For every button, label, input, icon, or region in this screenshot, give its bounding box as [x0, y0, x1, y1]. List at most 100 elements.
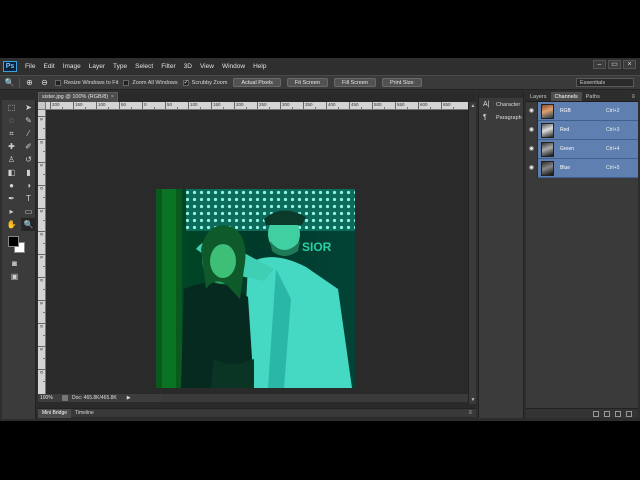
dodge-tool-icon[interactable]: ◑ — [21, 179, 36, 192]
menu-layer[interactable]: Layer — [89, 63, 105, 70]
healing-brush-tool-icon[interactable]: ✚ — [4, 140, 19, 153]
save-selection-icon[interactable] — [604, 410, 610, 417]
tab-channels[interactable]: Channels — [550, 92, 582, 101]
channel-shortcut: Ctrl+3 — [606, 127, 620, 133]
maximize-button[interactable]: ▭ — [608, 60, 621, 69]
zoom-level[interactable]: 100% — [38, 395, 62, 401]
visibility-eye-icon[interactable]: ◉ — [526, 101, 538, 121]
menu-edit[interactable]: Edit — [43, 63, 54, 70]
quick-selection-tool-icon[interactable]: ✎ — [21, 114, 36, 127]
foreground-color-swatch[interactable] — [8, 236, 19, 247]
channel-row-rgb[interactable]: ◉ RGB Ctrl+2 — [526, 101, 638, 121]
print-size-button[interactable]: Print Size — [381, 78, 422, 87]
menu-window[interactable]: Window — [222, 63, 245, 70]
zoom-in-icon[interactable]: ⊕ — [24, 78, 35, 88]
channel-row-blue[interactable]: ◉ Blue Ctrl+5 — [526, 158, 638, 178]
menu-view[interactable]: View — [200, 63, 214, 70]
zoom-tool-preset-icon[interactable]: 🔍 — [4, 78, 15, 88]
horizontal-ruler[interactable]: 200 150 100 50 0 50 100 150 200 250 300 350 400 450 50… — [46, 102, 468, 110]
channel-thumbnail — [541, 122, 554, 138]
path-selection-tool-icon[interactable]: ▸ — [4, 205, 19, 218]
scroll-up-icon[interactable]: ▲ — [470, 103, 476, 109]
tab-paths[interactable]: Paths — [582, 92, 604, 101]
history-brush-tool-icon[interactable]: ↺ — [21, 153, 36, 166]
channel-thumbnail — [541, 160, 554, 176]
eraser-tool-icon[interactable]: ◧ — [4, 166, 19, 179]
ruler-label: 400 — [328, 102, 336, 107]
ruler-origin[interactable] — [38, 102, 46, 110]
ruler-tick — [372, 102, 373, 109]
status-info-icon[interactable] — [62, 395, 68, 401]
workspace-dropdown[interactable]: Essentials — [576, 78, 634, 87]
clone-stamp-tool-icon[interactable]: ♙ — [4, 153, 19, 166]
menu-file[interactable]: File — [25, 63, 35, 70]
fit-screen-button[interactable]: Fit Screen — [286, 78, 328, 87]
visibility-eye-icon[interactable]: ◉ — [526, 158, 538, 178]
ruler-label: 550 — [397, 102, 405, 107]
resize-windows-checkbox[interactable]: Resize Windows to Fit — [55, 79, 118, 86]
channel-row-red[interactable]: ◉ Red Ctrl+3 — [526, 120, 638, 140]
brush-tool-icon[interactable]: ✐ — [21, 140, 36, 153]
minimize-button[interactable]: – — [593, 60, 606, 69]
close-tab-icon[interactable]: × — [111, 93, 114, 102]
visibility-eye-icon[interactable]: ◉ — [526, 120, 538, 140]
character-panel-button[interactable]: A| Character — [479, 98, 523, 111]
channel-thumbnail — [541, 103, 554, 119]
zoom-out-icon[interactable]: ⊖ — [39, 78, 50, 88]
menu-help[interactable]: Help — [253, 63, 266, 70]
zoom-tool-icon[interactable]: 🔍 — [21, 218, 36, 231]
document-tab[interactable]: sister.jpg @ 100% (RGB/8) × — [38, 92, 118, 102]
ruler-minor-tick — [176, 107, 178, 109]
blur-tool-icon[interactable]: ● — [4, 179, 19, 192]
tab-layers[interactable]: Layers — [526, 92, 551, 101]
gradient-tool-icon[interactable]: ▮ — [21, 166, 36, 179]
type-tool-icon[interactable]: T — [21, 192, 36, 205]
ruler-minor-tick — [61, 107, 63, 109]
channel-row-green[interactable]: ◉ Green Ctrl+4 — [526, 139, 638, 159]
panel-menu-icon[interactable]: ≡ — [631, 92, 635, 102]
load-selection-icon[interactable] — [593, 410, 599, 417]
options-bar: 🔍 ⊕ ⊖ Resize Windows to Fit Zoom All Win… — [0, 75, 640, 90]
new-channel-icon[interactable] — [615, 410, 621, 417]
ruler-label: 200 — [236, 102, 244, 107]
status-menu-arrow-icon[interactable]: ▶ — [127, 395, 131, 401]
menu-3d[interactable]: 3D — [184, 63, 192, 70]
document-image[interactable]: SIOR — [156, 189, 355, 388]
pen-tool-icon[interactable]: ✒ — [4, 192, 19, 205]
ruler-tick — [38, 346, 45, 347]
ruler-tick — [38, 277, 45, 278]
close-button[interactable]: × — [623, 60, 636, 69]
shape-tool-icon[interactable]: ▭ — [21, 205, 36, 218]
move-tool-icon[interactable]: ➤ — [21, 101, 36, 114]
lasso-tool-icon[interactable]: ◌ — [4, 114, 19, 127]
menu-type[interactable]: Type — [113, 63, 127, 70]
scrubby-zoom-checkbox[interactable]: ✓ Scrubby Zoom — [182, 79, 227, 86]
ruler-tick — [395, 102, 396, 109]
dock-label: Character — [496, 101, 521, 108]
marquee-tool-icon[interactable]: ⬚ — [4, 101, 19, 114]
vertical-scrollbar[interactable]: ▲ ▼ — [468, 102, 476, 404]
visibility-eye-icon[interactable]: ◉ — [526, 139, 538, 159]
hand-tool-icon[interactable]: ✋ — [4, 218, 19, 231]
panel-menu-icon[interactable]: ≡ — [468, 409, 472, 418]
tab-timeline[interactable]: Timeline — [71, 409, 98, 418]
scroll-down-icon[interactable]: ▼ — [470, 397, 476, 403]
checkbox-box — [123, 79, 130, 86]
window-controls: – ▭ × — [591, 60, 636, 69]
menu-image[interactable]: Image — [63, 63, 81, 70]
screen-mode-icon[interactable]: ▣ — [7, 270, 22, 283]
vertical-ruler[interactable]: 5 0 5 0 5 0 5 0 5 0 5 0 — [38, 110, 46, 394]
eyedropper-tool-icon[interactable]: ⁄ — [21, 127, 36, 140]
menu-filter[interactable]: Filter — [161, 63, 175, 70]
horizontal-scrollbar[interactable] — [162, 394, 468, 402]
ruler-minor-tick — [314, 107, 316, 109]
tab-mini-bridge[interactable]: Mini Bridge — [38, 409, 72, 418]
actual-pixels-button[interactable]: Actual Pixels — [233, 78, 281, 87]
delete-channel-icon[interactable] — [626, 410, 632, 417]
paragraph-panel-button[interactable]: ¶ Paragraph — [479, 111, 523, 124]
fill-screen-button[interactable]: Fill Screen — [334, 78, 376, 87]
crop-tool-icon[interactable]: ⌗ — [4, 127, 19, 140]
menu-select[interactable]: Select — [135, 63, 153, 70]
zoom-all-windows-checkbox[interactable]: Zoom All Windows — [123, 79, 178, 86]
quick-mask-icon[interactable]: ◙ — [7, 257, 22, 270]
